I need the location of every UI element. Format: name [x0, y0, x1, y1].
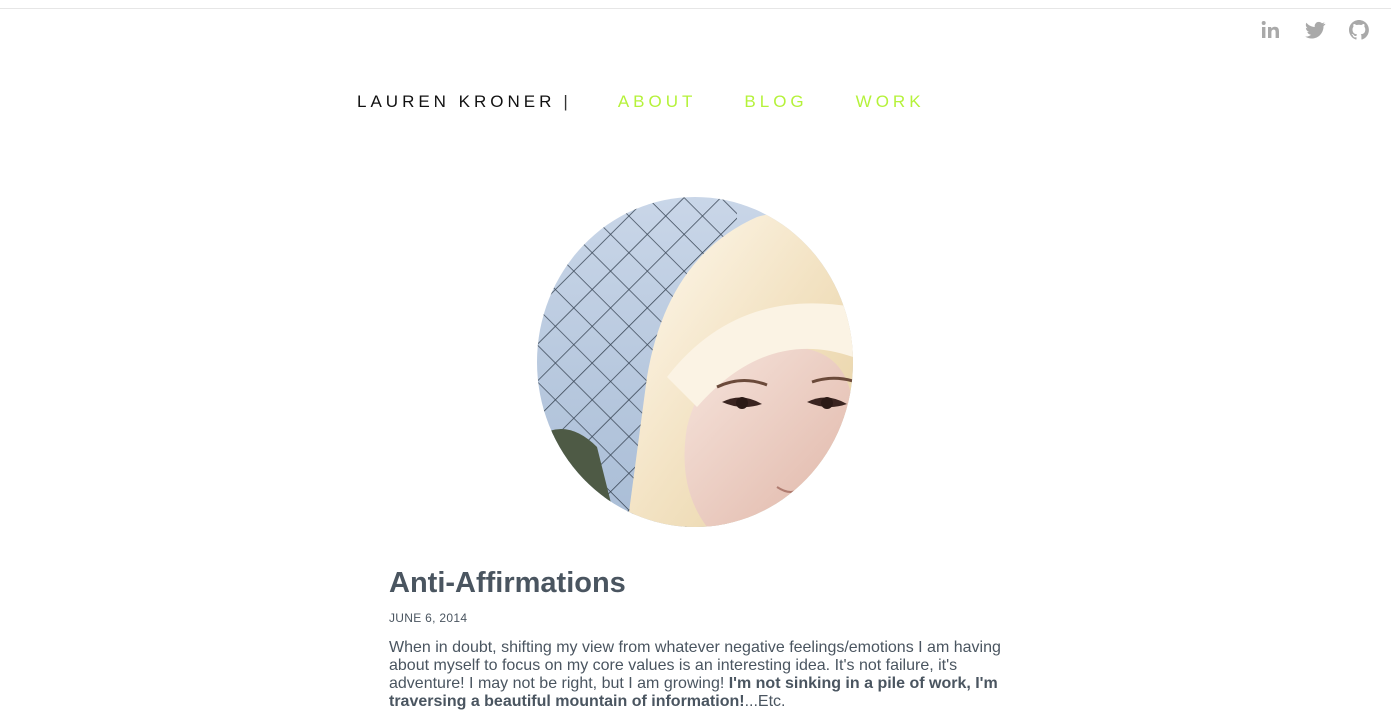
- brand-name: LAUREN KRONER: [357, 92, 556, 111]
- github-icon[interactable]: [1347, 18, 1371, 42]
- top-divider: [0, 8, 1391, 9]
- post-excerpt-ending: ...Etc.: [744, 693, 786, 710]
- social-links: [1259, 18, 1371, 42]
- site-brand[interactable]: LAUREN KRONER |: [357, 92, 568, 112]
- linkedin-icon[interactable]: [1259, 18, 1283, 42]
- post-title[interactable]: Anti-Affirmations: [389, 565, 1009, 601]
- twitter-icon[interactable]: [1303, 18, 1327, 42]
- nav-link-blog[interactable]: BLOG: [744, 92, 807, 112]
- blog-post: Anti-Affirmations JUNE 6, 2014 When in d…: [389, 565, 1009, 727]
- main-nav: LAUREN KRONER | ABOUT BLOG WORK: [357, 92, 973, 112]
- post-date: JUNE 6, 2014: [389, 611, 468, 625]
- brand-separator: |: [563, 92, 568, 111]
- nav-link-about[interactable]: ABOUT: [618, 92, 697, 112]
- post-excerpt: When in doubt, shifting my view from wha…: [389, 639, 1009, 711]
- nav-link-work[interactable]: WORK: [856, 92, 925, 112]
- profile-photo: [537, 197, 853, 527]
